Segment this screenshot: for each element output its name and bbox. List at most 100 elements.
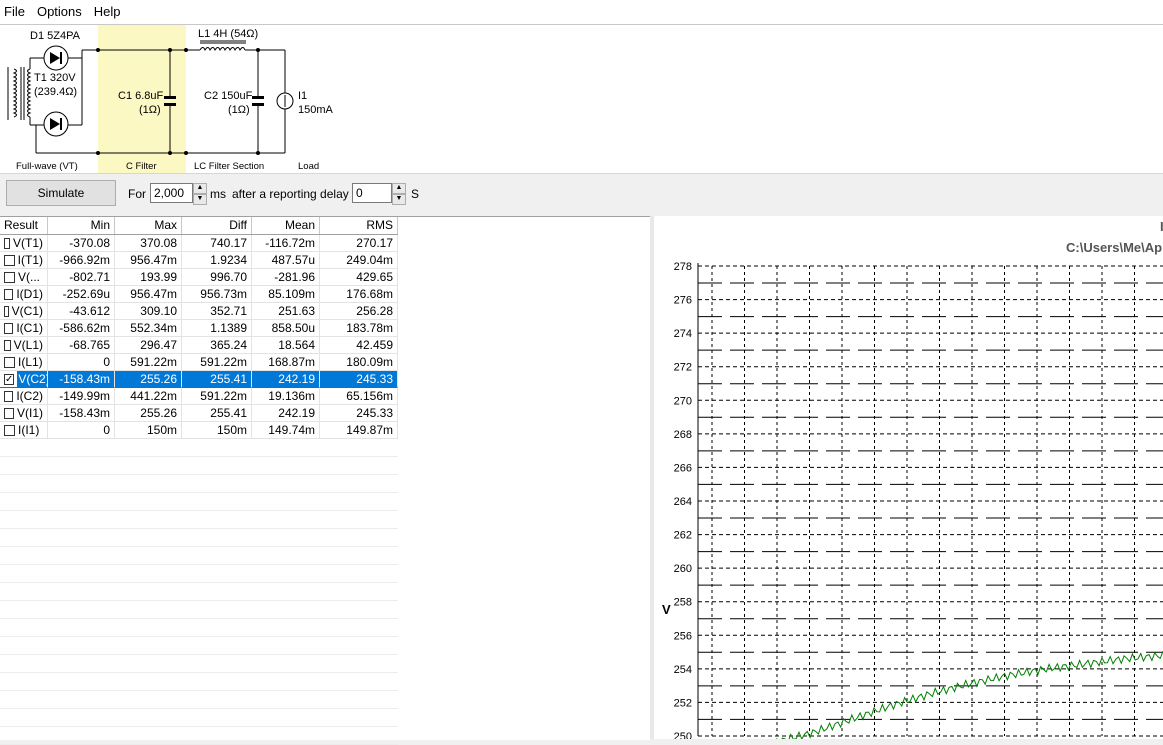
delay-spinner[interactable]: ▲ ▼	[392, 183, 406, 205]
section-lc-filter: LC Filter Section	[194, 161, 265, 172]
row-checkbox[interactable]	[4, 356, 15, 368]
menu-options[interactable]: Options	[31, 0, 88, 24]
min-cell: -158.43m	[48, 405, 115, 422]
schematic-diagram[interactable]	[0, 25, 400, 173]
result-cell: V(I1)	[0, 405, 48, 422]
table-row[interactable]: I(T1) -966.92m 956.47m 1.9234 487.57u 249.04m	[0, 252, 398, 269]
table-body: V(T1) -370.08 370.08 740.17 -116.72m 270.17 I(…	[0, 235, 398, 745]
l1-label: L1 4H (54Ω)	[198, 28, 259, 40]
diff-cell: 956.73m	[182, 286, 252, 303]
i1-label: I1	[298, 90, 308, 102]
empty-row	[0, 691, 398, 709]
row-checkbox[interactable]	[4, 254, 15, 266]
table-row[interactable]: V(C1) -43.612 309.10 352.71 251.63 256.28	[0, 303, 398, 320]
empty-row	[0, 619, 398, 637]
row-checkbox[interactable]	[4, 339, 11, 351]
rms-cell: 149.87m	[320, 422, 398, 439]
max-cell: 370.08	[115, 235, 182, 252]
diff-cell: 352.71	[182, 303, 252, 320]
y-tick-label: 266	[674, 462, 692, 474]
min-cell: -43.612	[48, 303, 115, 320]
c2-resistance: (1Ω)	[228, 104, 250, 116]
t1-label: T1 320V	[34, 72, 76, 84]
y-tick-label: 276	[674, 295, 692, 307]
empty-row	[0, 583, 398, 601]
table-row[interactable]: V(T1) -370.08 370.08 740.17 -116.72m 270.17	[0, 235, 398, 252]
spin-up-icon[interactable]: ▲	[392, 183, 406, 194]
col-diff[interactable]: Diff	[182, 217, 252, 234]
table-row[interactable]: V(I1) -158.43m 255.26 255.41 242.19 245.33	[0, 405, 398, 422]
table-row[interactable]: I(C1) -586.62m 552.34m 1.1389 858.50u 183.78m	[0, 320, 398, 337]
max-cell: 150m	[115, 422, 182, 439]
t1-resistance: (239.4Ω)	[34, 86, 78, 98]
row-checkbox[interactable]	[4, 390, 14, 402]
spin-down-icon[interactable]: ▼	[193, 194, 207, 205]
mean-cell: 85.109m	[252, 286, 320, 303]
rms-cell: 65.156m	[320, 388, 398, 405]
max-cell: 441.22m	[115, 388, 182, 405]
voltage-chart[interactable]: 278 276 274 272 270 268 266 264 262 260 258 256 254 2…	[654, 216, 1163, 739]
result-name: V(T1)	[13, 236, 43, 250]
min-cell: -802.71	[48, 269, 115, 286]
results-table: Result Min Max Diff Mean RMS V(T1) -370.0…	[0, 216, 650, 745]
for-label: For	[128, 187, 146, 201]
spin-up-icon[interactable]: ▲	[193, 183, 207, 194]
duration-input[interactable]	[150, 183, 193, 203]
y-tick-label: 274	[674, 328, 692, 340]
delay-input[interactable]	[352, 183, 392, 203]
result-cell: I(D1)	[0, 286, 48, 303]
result-cell: I(C2)	[0, 388, 48, 405]
menu-help[interactable]: Help	[88, 0, 127, 24]
row-checkbox[interactable]	[4, 322, 14, 334]
diff-cell: 591.22m	[182, 354, 252, 371]
schematic-panel: D1 5Z4PA T1 320V (239.4Ω) L1 4H (54Ω) C1…	[0, 25, 1163, 173]
duration-spinner[interactable]: ▲ ▼	[193, 183, 207, 205]
result-name: V(C2)	[17, 371, 47, 387]
result-name: V(...	[18, 270, 41, 284]
row-checkbox[interactable]: ✓	[4, 373, 15, 385]
diff-cell: 255.41	[182, 405, 252, 422]
simulation-toolbar: Simulate For ▲ ▼ ms after a reporting de…	[0, 173, 1163, 214]
table-row[interactable]: I(L1) 0 591.22m 591.22m 168.87m 180.09m	[0, 354, 398, 371]
result-name: I(L1)	[18, 355, 43, 369]
row-checkbox[interactable]	[4, 305, 9, 317]
result-cell: V(...	[0, 269, 48, 286]
max-cell: 255.26	[115, 371, 182, 388]
table-row[interactable]: ✓ V(C2) -158.43m 255.26 255.41 242.19 245.33	[0, 371, 398, 388]
row-checkbox[interactable]	[4, 288, 14, 300]
y-tick-label: 264	[674, 496, 692, 508]
row-checkbox[interactable]	[4, 237, 10, 249]
table-row[interactable]: I(D1) -252.69u 956.47m 956.73m 85.109m 176.68…	[0, 286, 398, 303]
col-mean[interactable]: Mean	[252, 217, 320, 234]
empty-row	[0, 529, 398, 547]
row-checkbox[interactable]	[4, 271, 15, 283]
col-max[interactable]: Max	[115, 217, 182, 234]
empty-row	[0, 637, 398, 655]
col-rms[interactable]: RMS	[320, 217, 398, 234]
result-cell: ✓ V(C2)	[0, 371, 48, 388]
rms-cell: 176.68m	[320, 286, 398, 303]
mean-cell: -281.96	[252, 269, 320, 286]
table-row[interactable]: I(C2) -149.99m 441.22m 591.22m 19.136m 65.156…	[0, 388, 398, 405]
table-row[interactable]: I(I1) 0 150m 150m 149.74m 149.87m	[0, 422, 398, 439]
result-cell: V(L1)	[0, 337, 48, 354]
max-cell: 956.47m	[115, 252, 182, 269]
row-checkbox[interactable]	[4, 407, 14, 419]
table-header: Result Min Max Diff Mean RMS	[0, 217, 398, 235]
y-tick-label: 278	[674, 261, 692, 273]
menu-bar: File Options Help	[0, 0, 1163, 25]
col-min[interactable]: Min	[48, 217, 115, 234]
menu-file[interactable]: File	[0, 0, 31, 24]
result-name: I(C1)	[16, 321, 43, 335]
min-cell: -252.69u	[48, 286, 115, 303]
y-tick-label: 268	[674, 429, 692, 441]
simulate-button[interactable]: Simulate	[6, 180, 116, 206]
c2-label: C2 150uF	[204, 90, 253, 102]
table-row[interactable]: V(L1) -68.765 296.47 365.24 18.564 42.459	[0, 337, 398, 354]
empty-row	[0, 493, 398, 511]
spin-down-icon[interactable]: ▼	[392, 194, 406, 205]
col-result[interactable]: Result	[0, 217, 48, 234]
table-row[interactable]: V(... -802.71 193.99 996.70 -281.96 429.65	[0, 269, 398, 286]
min-cell: 0	[48, 422, 115, 439]
row-checkbox[interactable]	[4, 424, 15, 436]
